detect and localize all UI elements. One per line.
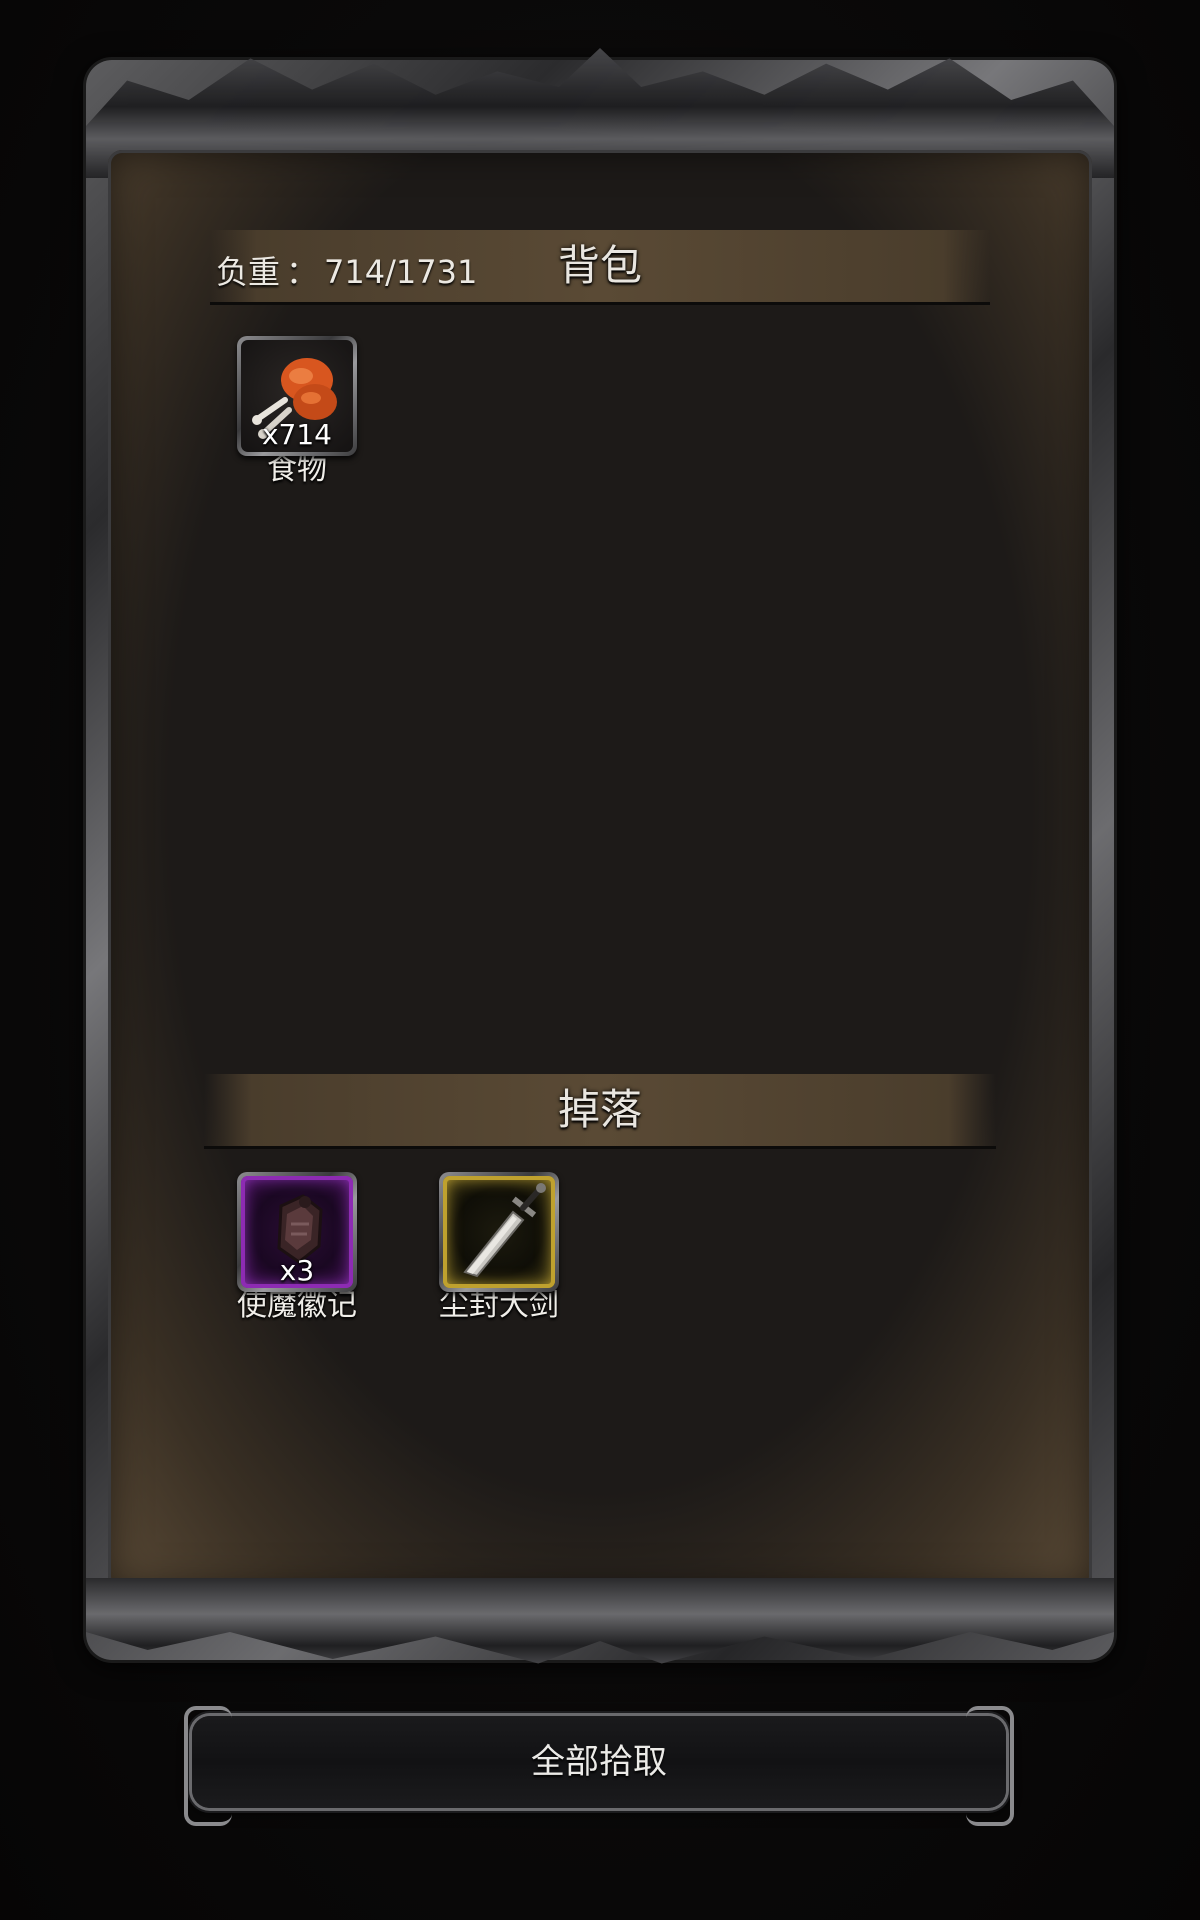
item-name: 食物 — [267, 452, 327, 487]
familiar-emblem-icon: x3 — [241, 1176, 353, 1288]
weight-separator: ： — [286, 253, 319, 291]
item-name: 尘封大剑 — [439, 1288, 559, 1323]
item-count: x3 — [279, 1254, 315, 1287]
item-count: x714 — [261, 418, 332, 451]
drops-title: 掉落 — [557, 1085, 642, 1134]
drops-header-bar: 掉落 — [204, 1074, 996, 1149]
item-slot-frame: x3 — [237, 1172, 357, 1292]
item-name: 使魔徽记 — [237, 1288, 357, 1323]
item-slot-frame: x714 — [237, 336, 357, 456]
collect-all-label: 全部拾取 — [531, 1742, 667, 1782]
weight-indicator: 负重： 714/1731 — [216, 250, 477, 294]
item-slot-frame — [439, 1172, 559, 1292]
inventory-item-slot[interactable]: x714 食物 — [234, 336, 360, 488]
collect-all-button[interactable]: 全部拾取 — [184, 1706, 1014, 1826]
weight-label: 负重 — [216, 253, 281, 291]
weight-value: 714/1731 — [324, 253, 478, 291]
drop-item-slot[interactable]: 尘封大剑 — [436, 1172, 562, 1324]
drop-item-slot[interactable]: x3 使魔徽记 — [234, 1172, 360, 1324]
greatsword-icon — [443, 1176, 555, 1288]
roast-meat-icon: x714 — [241, 340, 353, 452]
